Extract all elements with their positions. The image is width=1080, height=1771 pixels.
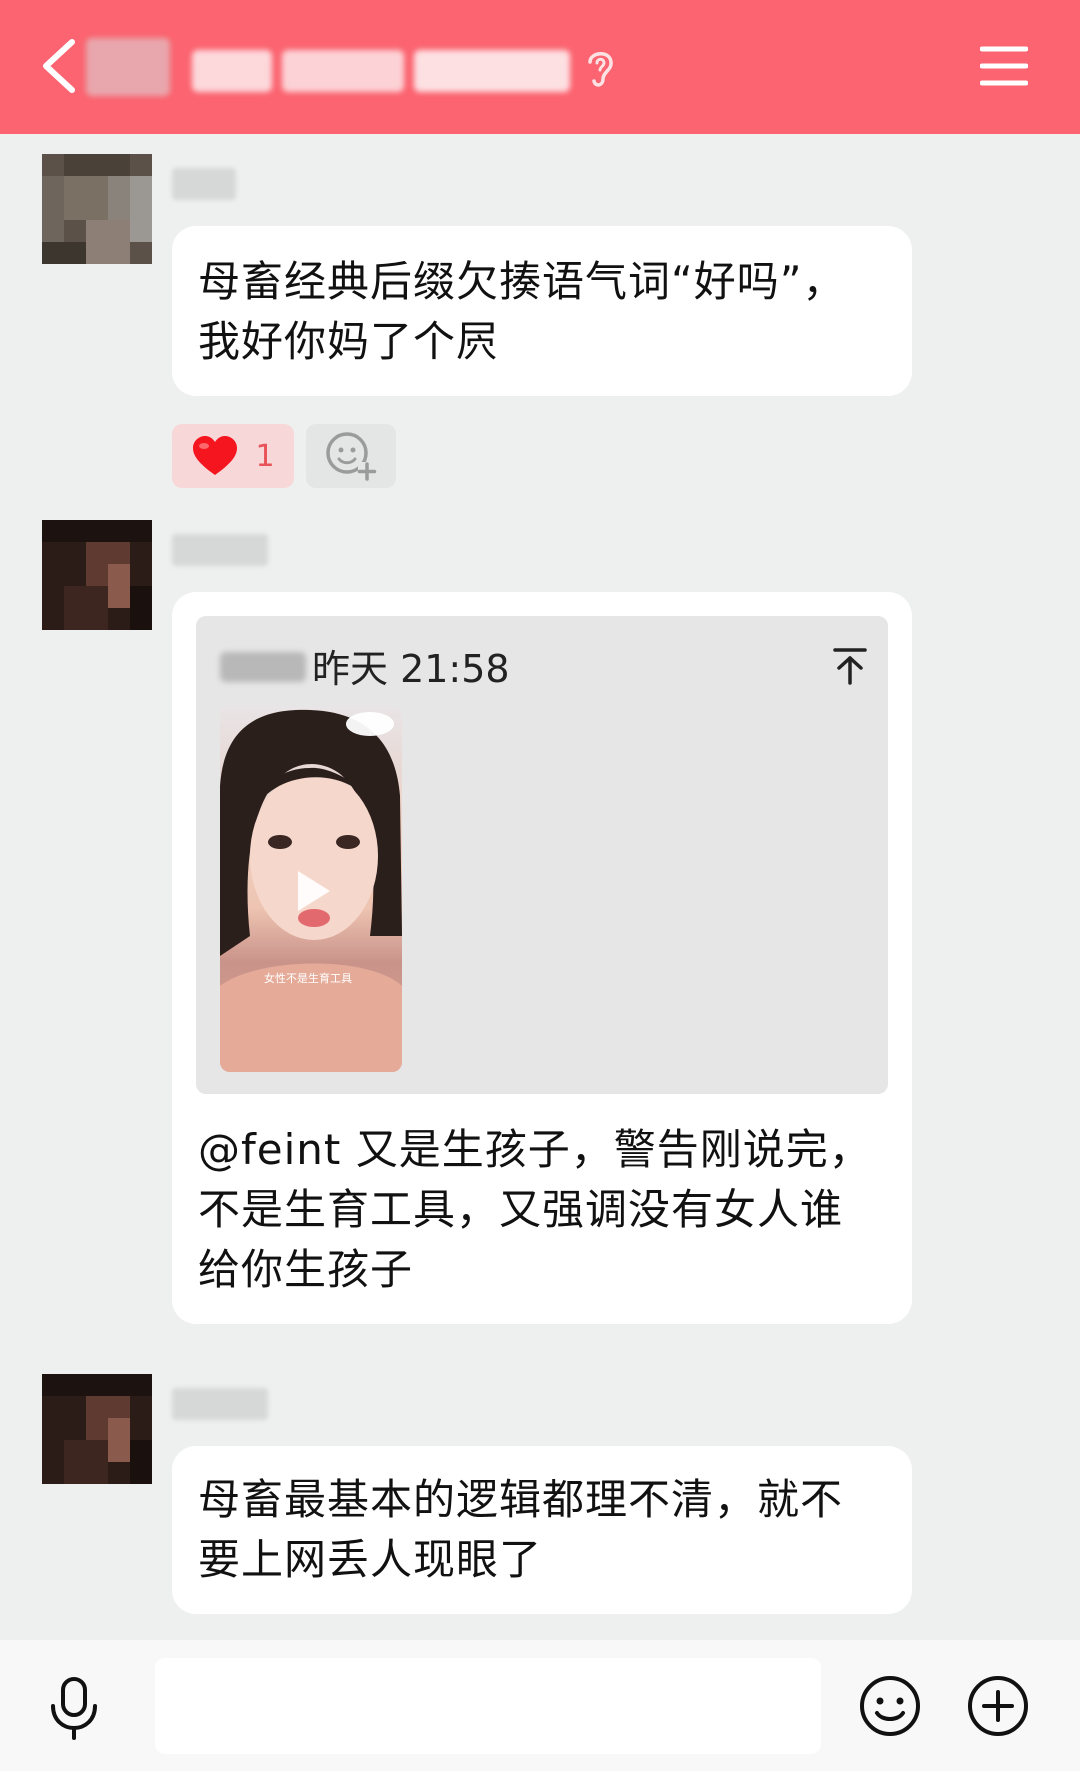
message-text-line: 给你生孩子 [198, 1245, 414, 1294]
video-thumbnail[interactable]: 女性不是生育工具 [220, 706, 402, 1072]
chevron-left-icon[interactable] [36, 36, 86, 96]
message-text-line: @feint 又是生孩子，警告刚说完， [198, 1125, 872, 1174]
avatar[interactable] [42, 520, 152, 630]
sender-name-obscured [172, 168, 236, 200]
group-avatar-obscured [86, 38, 170, 96]
video-caption: 女性不是生育工具 [264, 972, 352, 985]
chat-title-obscured-3 [414, 50, 570, 92]
chat-title-obscured-2 [282, 50, 404, 92]
message-bubble[interactable]: 母畜经典后缀欠揍语气词“好吗”， 我好你妈了个屄 [172, 226, 912, 396]
message-text-line: 母畜最基本的逻辑都理不清，就不 [198, 1475, 844, 1524]
emoji-icon[interactable] [858, 1674, 922, 1738]
message-text-line: 我好你妈了个屄 [198, 317, 500, 366]
microphone-icon[interactable] [46, 1676, 102, 1740]
quoted-time: 昨天 21:58 [312, 647, 510, 691]
heart-icon [193, 436, 238, 475]
add-reaction-button[interactable] [306, 424, 396, 488]
message-text-line: 母畜经典后缀欠揍语气词“好吗”， [198, 257, 846, 306]
sender-name-obscured [172, 1388, 268, 1420]
message-text-line: 要上网丢人现眼了 [198, 1535, 543, 1584]
plus-circle-icon[interactable] [966, 1674, 1030, 1738]
heart-reaction-button[interactable]: 1 [172, 424, 294, 488]
avatar[interactable] [42, 154, 152, 264]
reaction-count: 1 [255, 438, 275, 474]
quoted-sender-obscured [220, 652, 306, 682]
quoted-message[interactable]: 昨天 21:58 女性不是生育工具 [196, 616, 888, 1094]
input-bar [0, 1640, 1080, 1771]
hamburger-menu-icon[interactable] [980, 44, 1028, 88]
message-text-line: 不是生育工具，又强调没有女人谁 [198, 1185, 844, 1234]
chat-title-obscured [192, 50, 272, 92]
chat-header [0, 0, 1080, 134]
sender-name-obscured [172, 534, 268, 566]
message-bubble[interactable]: 昨天 21:58 女性不是生育工具 @feint 又是生孩子，警告刚说完， 不是… [172, 592, 912, 1324]
message-bubble[interactable]: 母畜最基本的逻辑都理不清，就不 要上网丢人现眼了 [172, 1446, 912, 1614]
add-emoji-icon [326, 432, 377, 481]
avatar[interactable] [42, 1374, 152, 1484]
scroll-to-top-icon[interactable] [832, 646, 868, 686]
ear-icon [588, 52, 613, 87]
message-text: @feint 又是生孩子，警告刚说完， 不是生育工具，又强调没有女人谁 给你生孩… [198, 1120, 872, 1300]
video-frame [220, 709, 402, 1072]
message-input[interactable] [155, 1658, 821, 1754]
